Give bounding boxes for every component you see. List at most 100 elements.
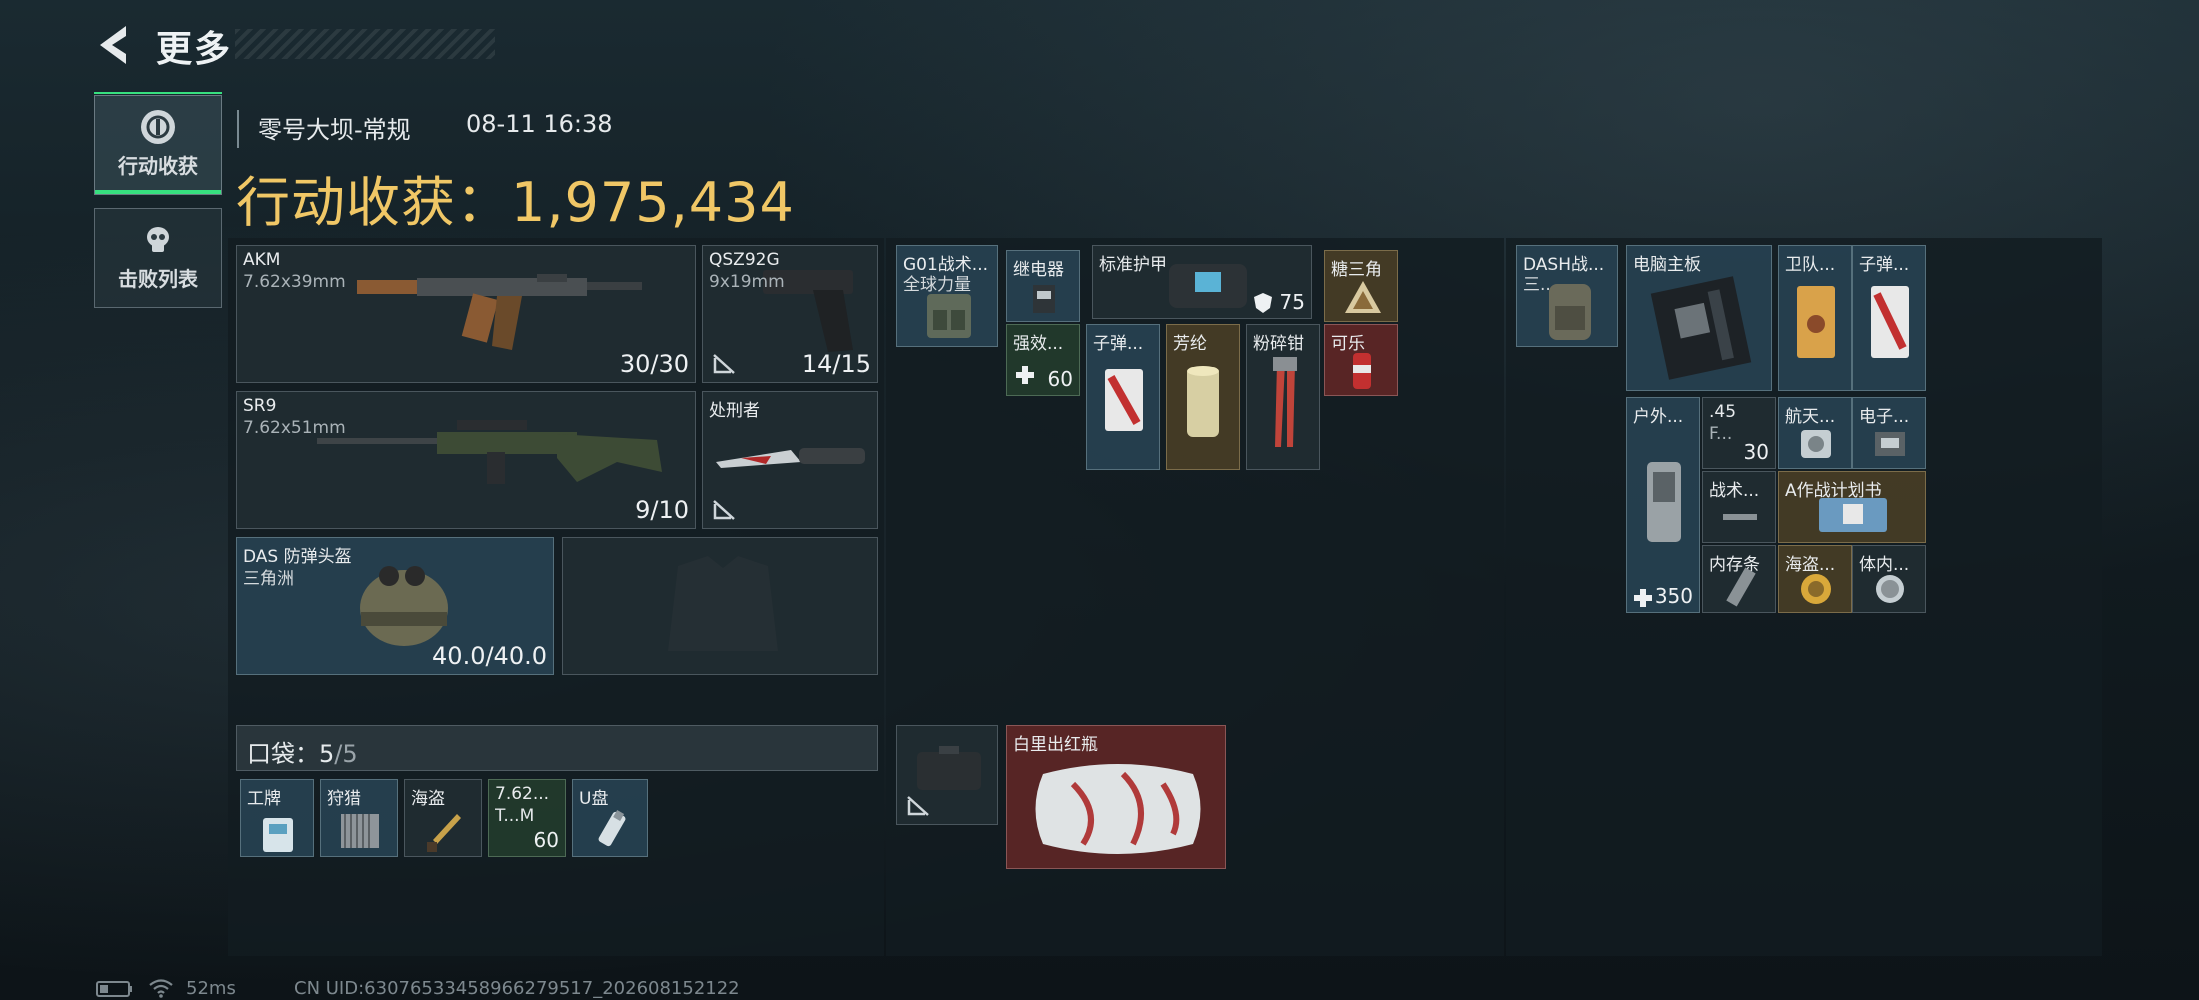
primary-weapon-slot[interactable]: AKM 7.62x39mm 30/30 xyxy=(236,245,696,383)
pocket-header: 口袋：5/5 xyxy=(236,725,878,771)
heal-plus-icon xyxy=(1634,589,1652,607)
item-name: 芳纶 xyxy=(1173,334,1207,354)
ammo-count: 9/10 xyxy=(635,496,689,524)
item-name: 战术... xyxy=(1709,481,1760,501)
item-name: 子弹... xyxy=(1859,255,1910,275)
triangle-emblem-icon xyxy=(1345,281,1381,313)
pocket-item[interactable]: U盘 xyxy=(572,779,648,857)
pocket-count: 5 xyxy=(319,740,335,768)
back-arrow-icon[interactable] xyxy=(92,22,138,68)
ammo-card-icon xyxy=(1871,286,1909,358)
loot-item[interactable]: 继电器 xyxy=(1006,250,1080,322)
aerospace-part-icon xyxy=(1801,430,1831,458)
ammo-count: 14/15 xyxy=(801,350,871,378)
knife-icon xyxy=(716,448,865,468)
skull-icon xyxy=(141,223,175,257)
no-durability-icon xyxy=(907,796,929,816)
loot-item[interactable]: 糖三角 xyxy=(1324,250,1398,322)
tab-defeat-list[interactable]: 击败列表 xyxy=(94,208,222,308)
wifi-icon xyxy=(149,979,173,998)
loot-item[interactable]: 电脑主板 xyxy=(1626,245,1772,391)
ram-stick-icon xyxy=(1726,567,1756,607)
loot-item[interactable]: 电子... xyxy=(1852,397,1926,469)
heal-plus-icon xyxy=(1016,366,1034,384)
battery-icon xyxy=(96,981,132,997)
loot-item[interactable]: 内存条 xyxy=(1702,545,1776,613)
weapon-caliber: 7.62x51mm xyxy=(243,418,346,438)
watch-icon xyxy=(1876,575,1904,603)
item-count: 75 xyxy=(1279,290,1305,314)
pocket-item[interactable]: 狩猎 xyxy=(320,779,398,857)
document-icon xyxy=(1797,286,1835,358)
loot-item[interactable]: .45 F... 30 xyxy=(1702,397,1776,469)
badge-icon xyxy=(263,818,293,852)
relay-icon xyxy=(1033,285,1055,313)
pirate-coin-icon xyxy=(1801,574,1831,604)
armor-item[interactable]: 标准护甲 75 xyxy=(1092,245,1312,319)
chest-rig-icon xyxy=(927,294,971,338)
loot-item[interactable] xyxy=(896,725,998,825)
loot-item[interactable]: 户外... 350 xyxy=(1626,397,1700,613)
weapon-name: SR9 xyxy=(243,396,277,416)
bolt-cutter-icon xyxy=(1273,357,1297,447)
tab-label: 击败列表 xyxy=(118,267,198,291)
sidearm-slot[interactable]: QSZ92G 9x19mm 14/15 xyxy=(702,245,878,383)
pocket-item[interactable]: 海盗 xyxy=(404,779,482,857)
loot-item[interactable]: 白里出红瓶 xyxy=(1006,725,1226,869)
item-count: 60 xyxy=(533,828,559,852)
melee-name: 处刑者 xyxy=(709,401,760,421)
armor-slot-empty[interactable] xyxy=(562,537,878,675)
loot-item[interactable]: 航天... xyxy=(1778,397,1852,469)
item-count: 60 xyxy=(1047,367,1073,391)
dagger-icon xyxy=(427,814,461,852)
loot-item[interactable]: 战术... xyxy=(1702,471,1776,543)
pocket-item[interactable]: 7.62... T...M 60 xyxy=(488,779,566,857)
loot-item[interactable]: A作战计划书 xyxy=(1778,471,1926,543)
melee-slot[interactable]: 处刑者 xyxy=(702,391,878,529)
uid-text: CN UID:63076533458966279517_202608152122 xyxy=(294,978,740,999)
rifle-icon xyxy=(357,274,642,350)
earnings-total: 行动收获：1,975,434 xyxy=(236,171,795,234)
item-name: .45 xyxy=(1709,402,1737,422)
porcelain-vase-icon xyxy=(1035,764,1201,854)
item-name: 粉碎钳 xyxy=(1253,334,1304,354)
loot-item[interactable]: 子弹... xyxy=(1852,245,1926,391)
loot-item[interactable]: 体内... xyxy=(1852,545,1926,613)
item-count: 30 xyxy=(1743,440,1769,464)
item-name: 户外... xyxy=(1633,407,1684,427)
tactical-item-icon xyxy=(1723,514,1757,520)
operation-icon xyxy=(141,110,175,144)
vest-placeholder-icon xyxy=(668,556,778,651)
tab-operation-loot[interactable]: 行动收获 xyxy=(94,92,222,195)
title-decoration xyxy=(235,29,495,59)
backpack-slot[interactable]: DASH战... 三... xyxy=(1516,245,1618,347)
ping-readout: 52ms xyxy=(186,978,236,999)
item-name: 继电器 xyxy=(1013,260,1064,280)
item-count: 350 xyxy=(1654,584,1693,608)
chest-rig-slot[interactable]: G01战术... 全球力量 xyxy=(896,245,998,347)
item-name: 7.62... xyxy=(495,784,550,804)
loot-item[interactable]: 海盗... xyxy=(1778,545,1852,613)
pocket-total: /5 xyxy=(334,740,358,768)
no-durability-icon xyxy=(713,500,735,520)
fabric-roll-icon xyxy=(1187,366,1219,437)
map-name: 零号大坝-常规 xyxy=(258,116,411,144)
helmet-brand: 三角洲 xyxy=(243,569,294,589)
loot-item[interactable]: 子弹... xyxy=(1086,324,1160,470)
loot-item[interactable]: 强效... 60 xyxy=(1006,324,1080,396)
case-icon xyxy=(917,746,981,790)
loot-item[interactable]: 可乐 xyxy=(1324,324,1398,396)
weapon-name: QSZ92G xyxy=(709,250,780,270)
pocket-item[interactable]: 工牌 xyxy=(240,779,314,857)
item-name: 卫队... xyxy=(1785,255,1836,275)
electronic-part-icon xyxy=(1875,432,1905,456)
item-name: 强效... xyxy=(1013,334,1064,354)
weapon-caliber: 7.62x39mm xyxy=(243,272,346,292)
loot-item[interactable]: 粉碎钳 xyxy=(1246,324,1320,470)
secondary-weapon-slot[interactable]: SR9 7.62x51mm 9/10 xyxy=(236,391,696,529)
loot-item[interactable]: 卫队... xyxy=(1778,245,1852,391)
helmet-slot[interactable]: DAS 防弹头盔 三角洲 40.0/40.0 xyxy=(236,537,554,675)
loot-item[interactable]: 芳纶 xyxy=(1166,324,1240,470)
sniper-rifle-icon xyxy=(317,420,662,484)
cola-can-icon xyxy=(1353,353,1371,389)
